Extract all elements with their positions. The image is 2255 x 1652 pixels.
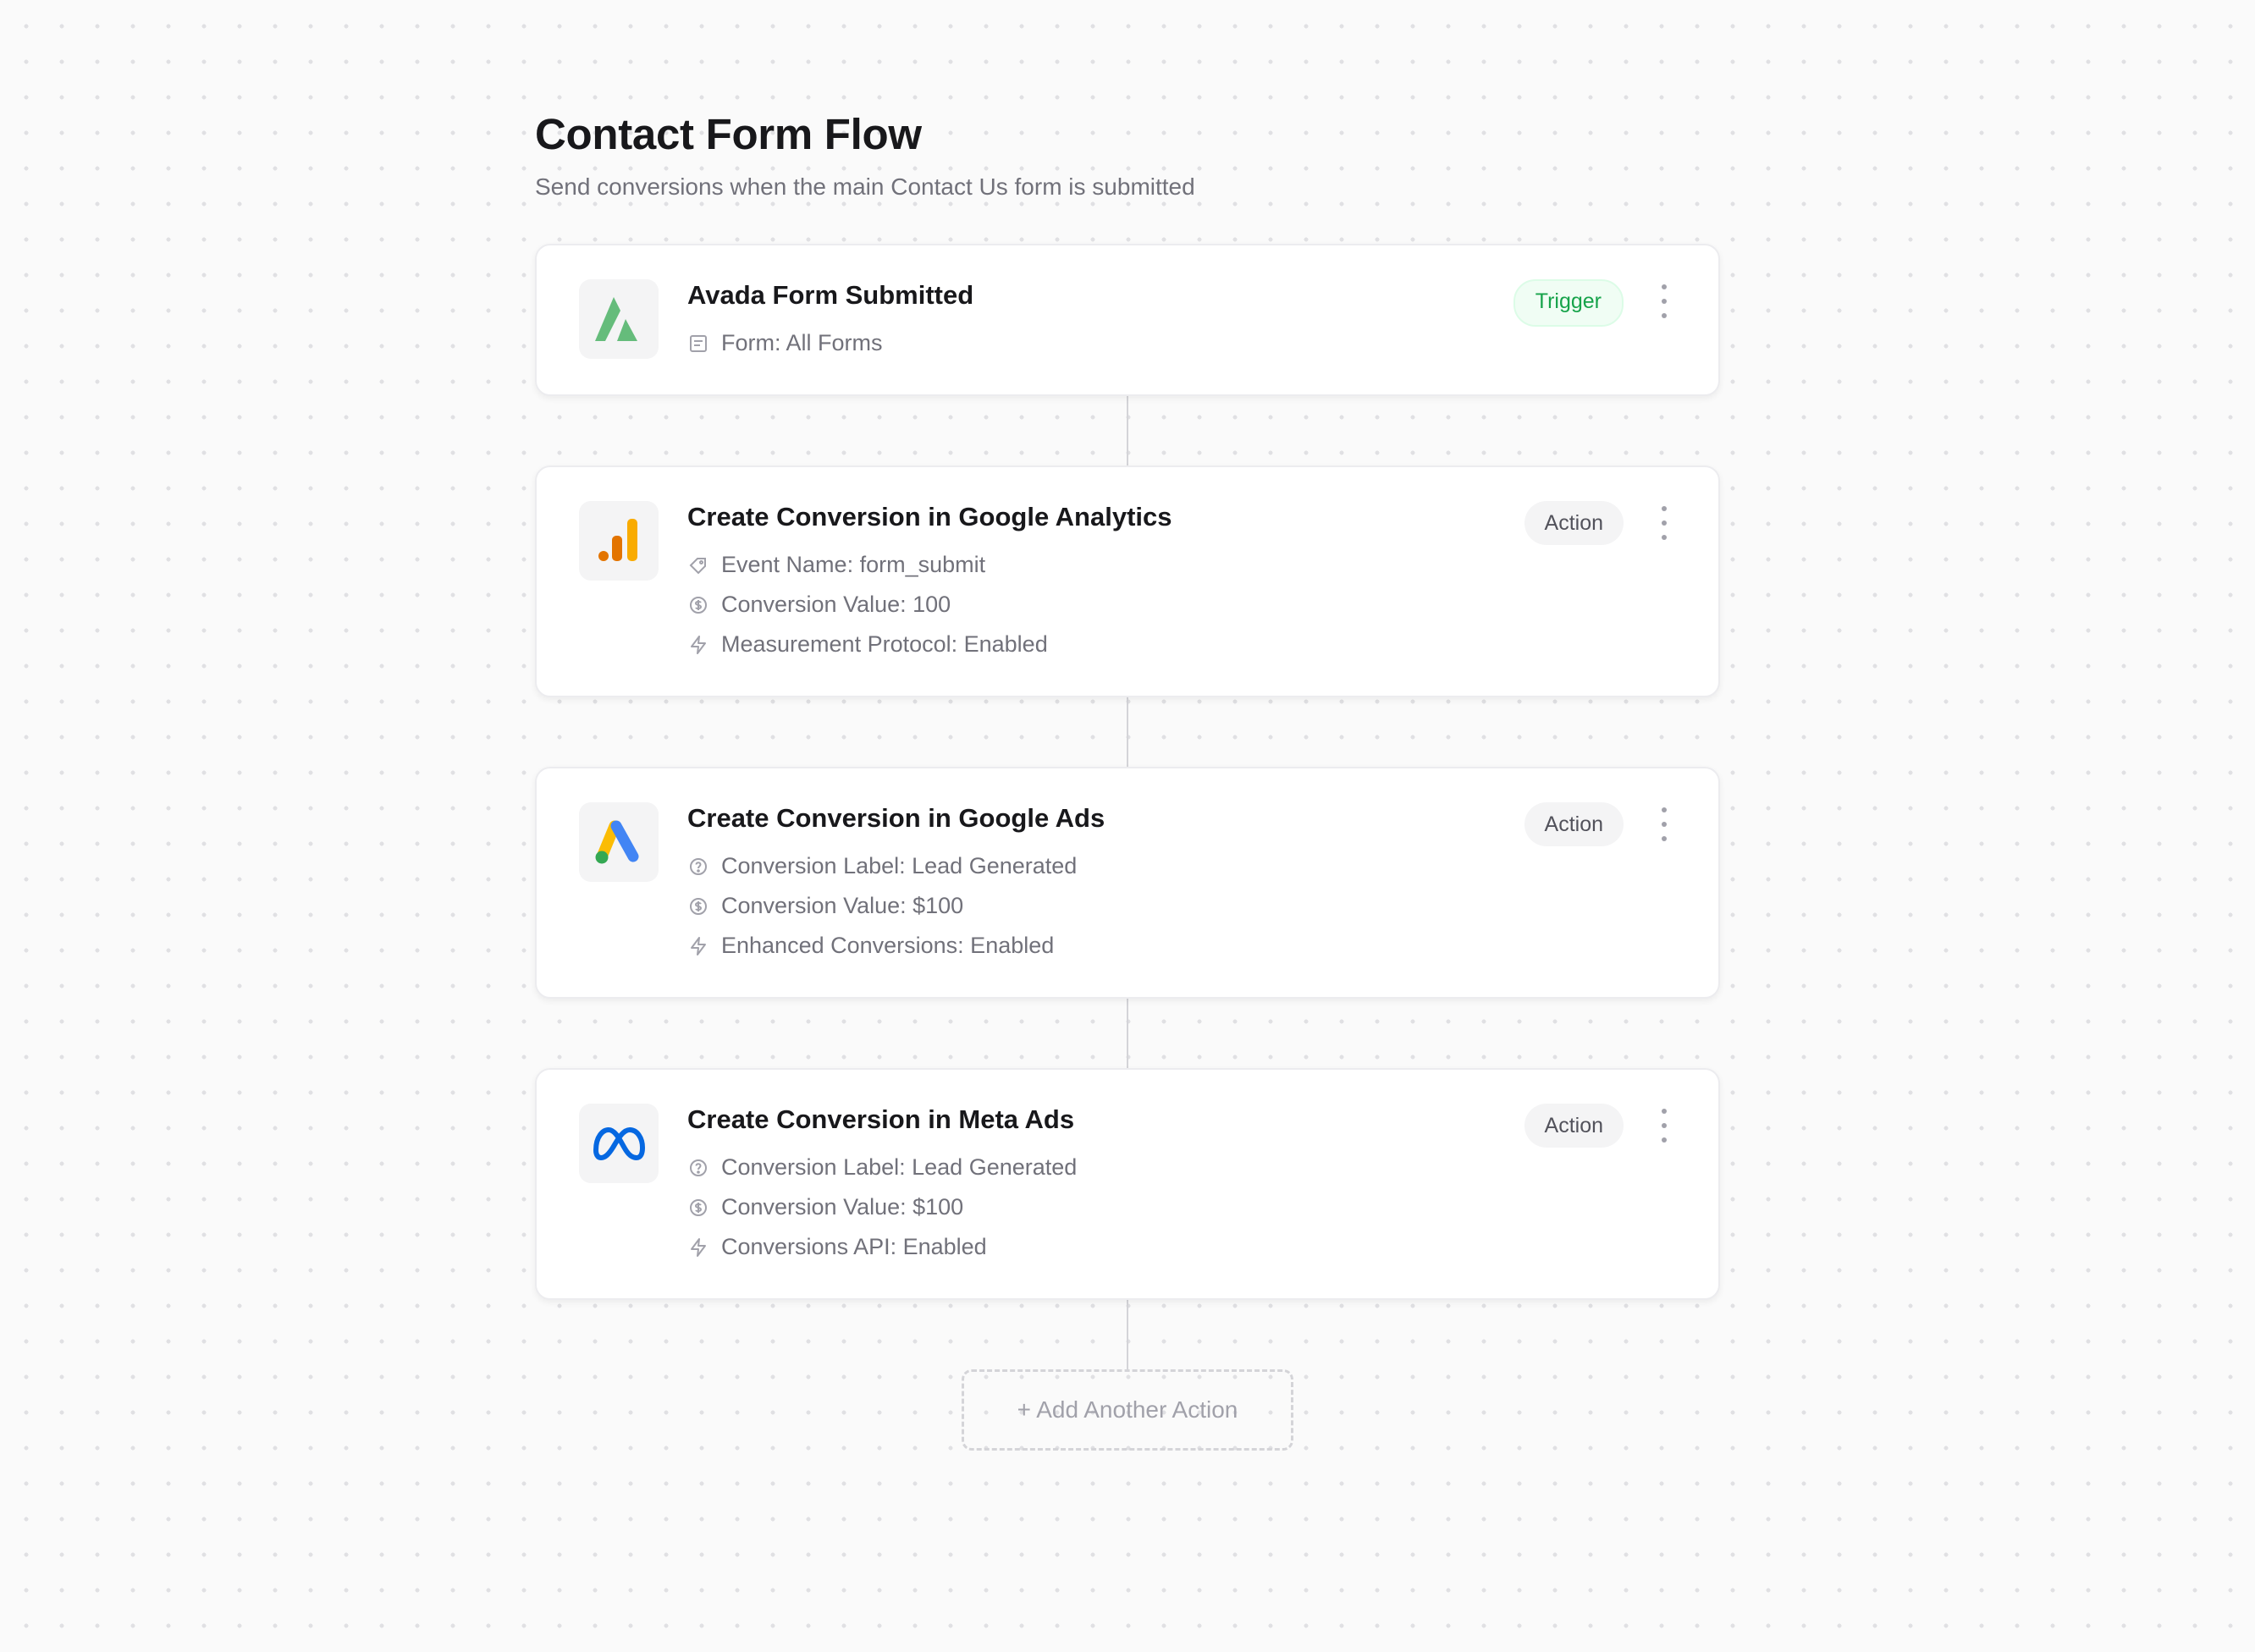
flow-connector [1127, 999, 1128, 1068]
trigger-detail-text: Form: All Forms [721, 330, 883, 355]
flow-page: Contact Form Flow Send conversions when … [535, 108, 1720, 1451]
avada-logo-icon [579, 279, 659, 359]
action-detail: Conversion Label: Lead Generated [687, 846, 1105, 886]
form-icon [687, 333, 709, 355]
action-card-body: Create Conversion in Google Analytics Ev… [687, 501, 1172, 664]
trigger-card[interactable]: Avada Form Submitted Form: All Forms Tri… [535, 244, 1720, 396]
action-badge: Action [1524, 501, 1624, 545]
action-detail-text: Conversion Value: $100 [721, 1194, 964, 1220]
action-detail-text: Conversion Value: 100 [721, 592, 951, 617]
tag-icon [687, 554, 709, 576]
page-subtitle: Send conversions when the main Contact U… [535, 173, 1195, 200]
trigger-detail-form: Form: All Forms [687, 323, 973, 363]
action-detail: Conversion Value: $100 [687, 886, 1105, 926]
action-detail-text: Event Name: form_submit [721, 552, 986, 577]
google-ads-logo-icon [579, 802, 659, 882]
action-detail: Conversion Value: $100 [687, 1187, 1077, 1227]
trigger-badge: Trigger [1513, 279, 1624, 327]
lightning-icon [687, 1236, 709, 1258]
help-circle-icon [687, 1157, 709, 1179]
action-detail: Conversions API: Enabled [687, 1227, 1077, 1267]
action-detail: Event Name: form_submit [687, 545, 1172, 585]
action-badge: Action [1524, 1104, 1624, 1148]
add-another-action-button[interactable]: + Add Another Action [962, 1369, 1293, 1451]
action-detail-text: Conversions API: Enabled [721, 1234, 987, 1259]
lightning-icon [687, 935, 709, 957]
action-badge: Action [1524, 802, 1624, 846]
lightning-icon [687, 634, 709, 656]
action-detail-text: Conversion Value: $100 [721, 893, 964, 918]
action-card-meta-ads[interactable]: Create Conversion in Meta Ads Conversion… [535, 1068, 1720, 1300]
dollar-circle-icon [687, 1197, 709, 1219]
add-action-wrap: + Add Another Action [535, 1369, 1720, 1451]
action-card-body: Create Conversion in Meta Ads Conversion… [687, 1104, 1077, 1267]
flow-steps: Avada Form Submitted Form: All Forms Tri… [535, 244, 1720, 1451]
action-card-body: Create Conversion in Google Ads Conversi… [687, 802, 1105, 966]
action-detail: Measurement Protocol: Enabled [687, 625, 1172, 664]
page-title: Contact Form Flow [535, 110, 922, 158]
action-title: Create Conversion in Google Analytics [687, 502, 1172, 531]
trigger-title: Avada Form Submitted [687, 280, 974, 310]
help-circle-icon [687, 856, 709, 878]
action-detail: Conversion Value: 100 [687, 585, 1172, 625]
dollar-circle-icon [687, 594, 709, 616]
dollar-circle-icon [687, 895, 709, 917]
action-detail-text: Measurement Protocol: Enabled [721, 631, 1048, 657]
action-detail-text: Conversion Label: Lead Generated [721, 853, 1078, 878]
flow-connector [1127, 396, 1128, 465]
action-detail-text: Enhanced Conversions: Enabled [721, 933, 1055, 958]
action-title: Create Conversion in Meta Ads [687, 1104, 1075, 1134]
action-title: Create Conversion in Google Ads [687, 803, 1105, 833]
trigger-card-body: Avada Form Submitted Form: All Forms [687, 279, 973, 363]
meta-logo-icon [579, 1104, 659, 1183]
action-card-google-ads[interactable]: Create Conversion in Google Ads Conversi… [535, 767, 1720, 999]
action-detail: Enhanced Conversions: Enabled [687, 926, 1105, 966]
more-options-icon[interactable] [1654, 1109, 1674, 1143]
more-options-icon[interactable] [1654, 284, 1674, 318]
more-options-icon[interactable] [1654, 506, 1674, 540]
google-analytics-logo-icon [579, 501, 659, 581]
flow-connector [1127, 1300, 1128, 1369]
more-options-icon[interactable] [1654, 807, 1674, 841]
action-detail-text: Conversion Label: Lead Generated [721, 1154, 1078, 1180]
action-card-google-analytics[interactable]: Create Conversion in Google Analytics Ev… [535, 465, 1720, 697]
flow-connector [1127, 697, 1128, 767]
action-detail: Conversion Label: Lead Generated [687, 1148, 1077, 1187]
